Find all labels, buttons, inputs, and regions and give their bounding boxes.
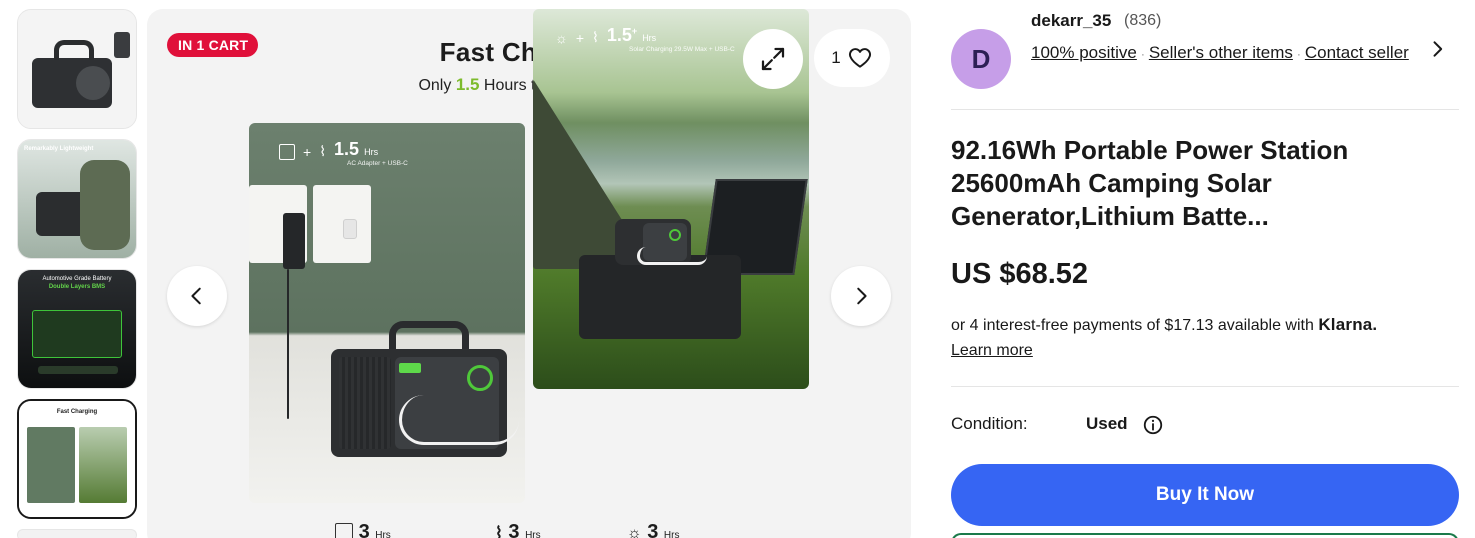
thumbnail-4[interactable]: Fast Charging — [17, 399, 137, 519]
plus-icon: + — [303, 144, 312, 160]
thumbnail-strip: Remarkably Lightweight Automotive Grade … — [17, 9, 137, 538]
solar-caption: Solar Charging 29.5W Max + USB-C — [629, 46, 735, 53]
image-panel-ac: + ⌇ 1.5 Hrs AC Adapter + USB-C — [249, 123, 525, 503]
seller-other-items-link[interactable]: Seller's other items — [1149, 43, 1293, 62]
listing-price: US $68.52 — [951, 258, 1089, 290]
condition-label: Condition: — [951, 414, 1028, 433]
installments-text: or 4 interest-free payments of $17.13 av… — [951, 317, 1314, 334]
separator-dot: · — [1296, 47, 1301, 61]
add-to-cart-button[interactable] — [951, 533, 1459, 538]
listing-title: 92.16Wh Portable Power Station 25600mAh … — [951, 135, 1349, 231]
thumbnail-2[interactable]: Remarkably Lightweight — [17, 139, 137, 259]
solar-charge-info: ☼ + ⌇ 1.5+ Hrs Solar Charging 29.5W Max … — [555, 25, 735, 53]
outlet-icon-small — [335, 523, 353, 538]
thumbnail-3[interactable]: Automotive Grade Battery Double Layers B… — [17, 269, 137, 389]
seller-name[interactable]: dekarr_35 — [1031, 11, 1111, 31]
ac-hours-unit: Hrs — [364, 147, 379, 157]
watch-button[interactable]: 1 — [814, 29, 890, 87]
thumbnail-3-sublabel: Double Layers BMS — [48, 284, 106, 290]
info-icon[interactable] — [1142, 414, 1164, 436]
solar-hours-unit: Hrs — [642, 33, 657, 43]
plus-icon-2: + — [575, 30, 585, 46]
thumbnail-1[interactable] — [17, 9, 137, 129]
ac-charge-info: + ⌇ 1.5 Hrs AC Adapter + USB-C — [279, 139, 408, 167]
buy-it-now-button[interactable]: Buy It Now — [951, 464, 1459, 526]
charge-specs-row: 3 Hrs ⌇ 3 Hrs ☼ 3 Hrs — [147, 519, 911, 538]
condition-value: Used — [1086, 414, 1128, 433]
usb-plug-icon-2: ⌇ — [592, 29, 599, 45]
heart-icon — [848, 48, 871, 68]
spec-usb-unit: Hrs — [525, 530, 541, 538]
spec-ac: 3 Hrs — [335, 521, 391, 538]
spec-solar: ☼ 3 Hrs — [627, 521, 679, 538]
installments-info: or 4 interest-free payments of $17.13 av… — [951, 312, 1459, 363]
separator-dot: · — [1140, 47, 1145, 61]
solar-panel-icon: ☼ — [555, 30, 568, 46]
previous-image-button[interactable] — [167, 266, 227, 326]
spec-usb-value: 3 — [508, 521, 520, 538]
spec-solar-unit: Hrs — [663, 530, 680, 538]
usb-cable — [399, 395, 519, 445]
chevron-right-icon[interactable] — [1427, 39, 1447, 59]
usb-plug-icon: ⌇ — [319, 143, 327, 159]
thumbnail-3-label: Automotive Grade Battery — [42, 276, 112, 282]
seller-card[interactable]: D dekarr_35 (836) 100% positive · Seller's… — [951, 9, 1459, 91]
solar-cable — [637, 247, 707, 265]
usb-plug-icon-small: ⌇ — [495, 525, 503, 538]
thumbnail-2-label: Remarkably Lightweight — [24, 146, 94, 152]
seller-links: 100% positive · Seller's other items · Conta… — [1031, 40, 1411, 67]
storage-box — [579, 255, 741, 339]
avatar[interactable]: D — [951, 29, 1011, 89]
outlet-icon — [279, 144, 295, 160]
listing-page: Remarkably Lightweight Automotive Grade … — [0, 0, 1475, 538]
watch-count: 1 — [831, 48, 841, 67]
solar-icon-small: ☼ — [627, 525, 642, 538]
expand-button[interactable] — [743, 29, 803, 89]
main-image[interactable]: IN 1 CART Fast Charging Only 1.5 Hours t… — [147, 9, 911, 538]
thumbnail-5[interactable] — [17, 529, 137, 538]
spec-ac-value: 3 — [358, 521, 370, 538]
spec-ac-unit: Hrs — [375, 530, 391, 538]
spec-usb: ⌇ 3 Hrs — [495, 521, 541, 538]
ac-caption: AC Adapter + USB-C — [347, 160, 408, 167]
positive-feedback-link[interactable]: 100% positive — [1031, 43, 1137, 62]
wall-outlet-2 — [313, 185, 371, 263]
chevron-left-icon — [191, 287, 201, 305]
solar-hours: 1.5 — [606, 25, 632, 45]
subtitle-highlight: 1.5 — [455, 75, 480, 94]
ac-hours: 1.5 — [334, 139, 360, 159]
learn-more-link[interactable]: Learn more — [951, 342, 1033, 359]
klarna-logo: Klarna. — [1318, 315, 1378, 334]
seller-feedback-count: (836) — [1124, 12, 1162, 29]
divider — [951, 109, 1459, 110]
chevron-right-icon — [857, 287, 867, 305]
contact-seller-link[interactable]: Contact seller — [1305, 43, 1409, 62]
expand-icon — [761, 47, 785, 71]
thumbnail-4-label: Fast Charging — [56, 409, 98, 415]
next-image-button[interactable] — [831, 266, 891, 326]
spec-solar-value: 3 — [647, 521, 659, 538]
subtitle-pre: Only — [418, 77, 452, 94]
divider — [951, 386, 1459, 387]
